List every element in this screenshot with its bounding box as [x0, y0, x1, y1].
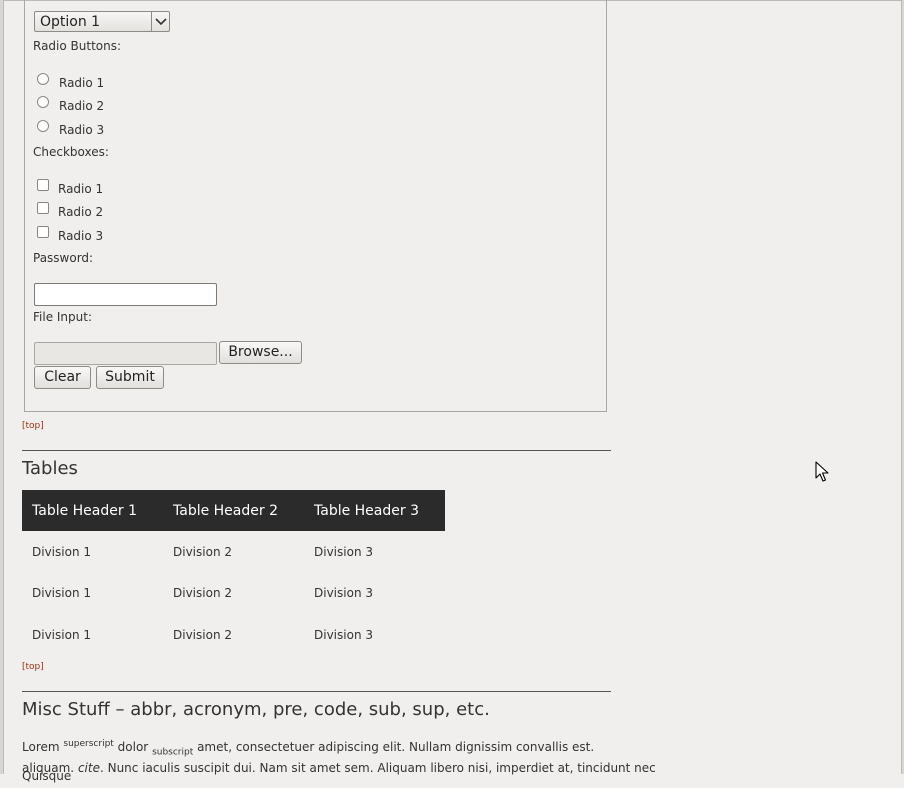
misc-heading: Misc Stuff – abbr, acronym, pre, code, s… [22, 699, 490, 720]
chevron-down-icon[interactable] [151, 12, 169, 31]
checkbox-label: Radio 3 [58, 229, 104, 243]
table-row: Division 1 Division 2 Division 3 [22, 573, 445, 615]
paragraph-text: . Nunc iaculis suscipit dui. Nam sit ame… [99, 761, 656, 775]
table-cell: Division 3 [314, 544, 373, 559]
checkbox-label: Radio 2 [58, 205, 104, 219]
cite-text: cite [77, 761, 100, 775]
table-cell: Division 2 [173, 586, 232, 601]
table-cell: Division 3 [314, 627, 373, 642]
checkboxes-label: Checkboxes: [33, 145, 109, 159]
radio-label: Radio 1 [59, 76, 105, 90]
table-cell: Division 3 [314, 586, 373, 601]
paragraph-text: Lorem [22, 740, 60, 754]
mouse-pointer-icon [815, 461, 829, 486]
radio-input[interactable] [37, 120, 49, 132]
paragraph-line-2: aliquam. cite. Nunc iaculis suscipit dui… [22, 756, 656, 780]
table-row: Division 1 Division 2 Division 3 [22, 614, 445, 656]
password-input[interactable] [34, 283, 217, 306]
table-header-cell: Table Header 3 [304, 490, 445, 531]
table-cell: Division 2 [173, 544, 232, 559]
checkbox-input[interactable] [37, 202, 49, 214]
tables-heading: Tables [22, 458, 78, 479]
section-divider [22, 450, 611, 451]
paragraph-text: aliquam. [22, 761, 75, 775]
checkbox-input[interactable] [37, 179, 49, 191]
table-header-cell: Table Header 1 [22, 490, 163, 531]
superscript-text: superscript [63, 739, 114, 749]
radio-input[interactable] [37, 96, 49, 108]
checkbox-label: Radio 1 [58, 182, 104, 196]
top-link[interactable]: [top] [22, 662, 44, 672]
radio-label: Radio 3 [59, 123, 105, 137]
clear-button[interactable]: Clear [34, 366, 91, 389]
window-left-border [0, 0, 4, 774]
radio-input[interactable] [37, 73, 49, 85]
submit-button[interactable]: Submit [96, 366, 164, 389]
radio-buttons-label: Radio Buttons: [33, 39, 122, 53]
option-select[interactable]: Option 1 [34, 11, 170, 32]
browse-button[interactable]: Browse... [219, 341, 302, 364]
password-label: Password: [33, 251, 94, 265]
checkbox-input[interactable] [37, 226, 49, 238]
table-cell: Division 2 [173, 627, 232, 642]
table-header-cell: Table Header 2 [163, 490, 304, 531]
misc-paragraph: Lorem superscript dolor subscript amet, … [22, 732, 656, 788]
file-input-label: File Input: [33, 310, 93, 324]
table-header-row: Table Header 1 Table Header 2 Table Head… [22, 490, 445, 531]
radio-label: Radio 2 [59, 99, 105, 113]
table-cell: Division 1 [32, 544, 91, 559]
top-link[interactable]: [top] [22, 421, 44, 431]
section-divider [22, 691, 611, 692]
table-cell: Division 1 [32, 586, 91, 601]
sample-table: Table Header 1 Table Header 2 Table Head… [22, 490, 445, 656]
table-row: Division 1 Division 2 Division 3 [22, 531, 445, 573]
table-cell: Division 1 [32, 627, 91, 642]
paragraph-text: dolor [117, 740, 149, 754]
select-value: Option 1 [40, 14, 101, 30]
file-path-field[interactable] [34, 342, 217, 365]
